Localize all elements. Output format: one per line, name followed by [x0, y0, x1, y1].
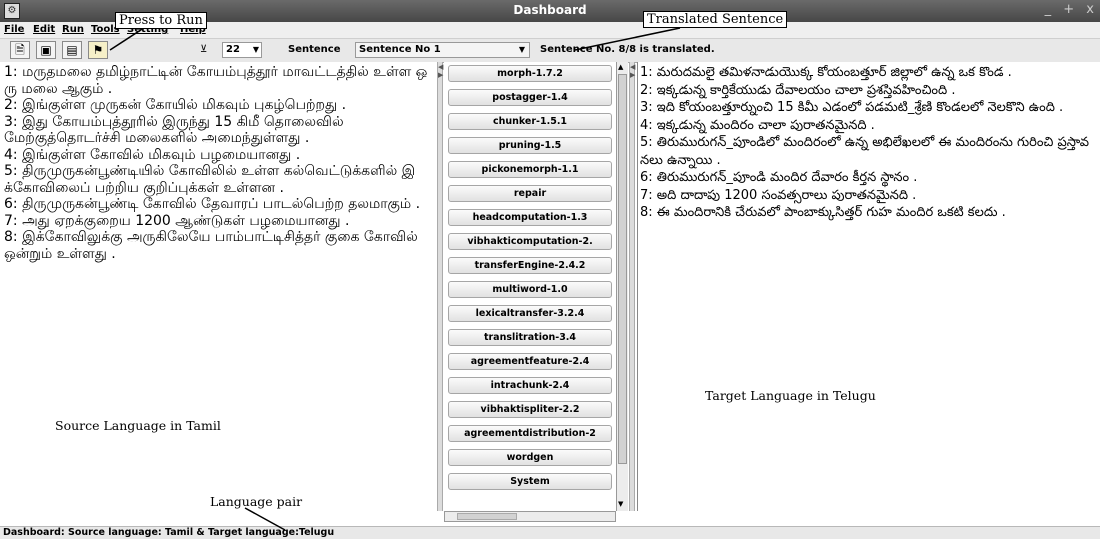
annotation-arrows [109, 23, 681, 531]
translated-sentence-callout: Translated Sentence [643, 11, 788, 28]
press-to-run-callout: Press to Run [115, 12, 207, 29]
arrow-language-pair [244, 507, 286, 531]
target-language-note: Target Language in Telugu [705, 388, 876, 403]
source-language-note: Source Language in Tamil [55, 418, 221, 433]
arrow-translated-sentence [574, 27, 681, 51]
language-pair-note: Language pair [210, 494, 303, 509]
